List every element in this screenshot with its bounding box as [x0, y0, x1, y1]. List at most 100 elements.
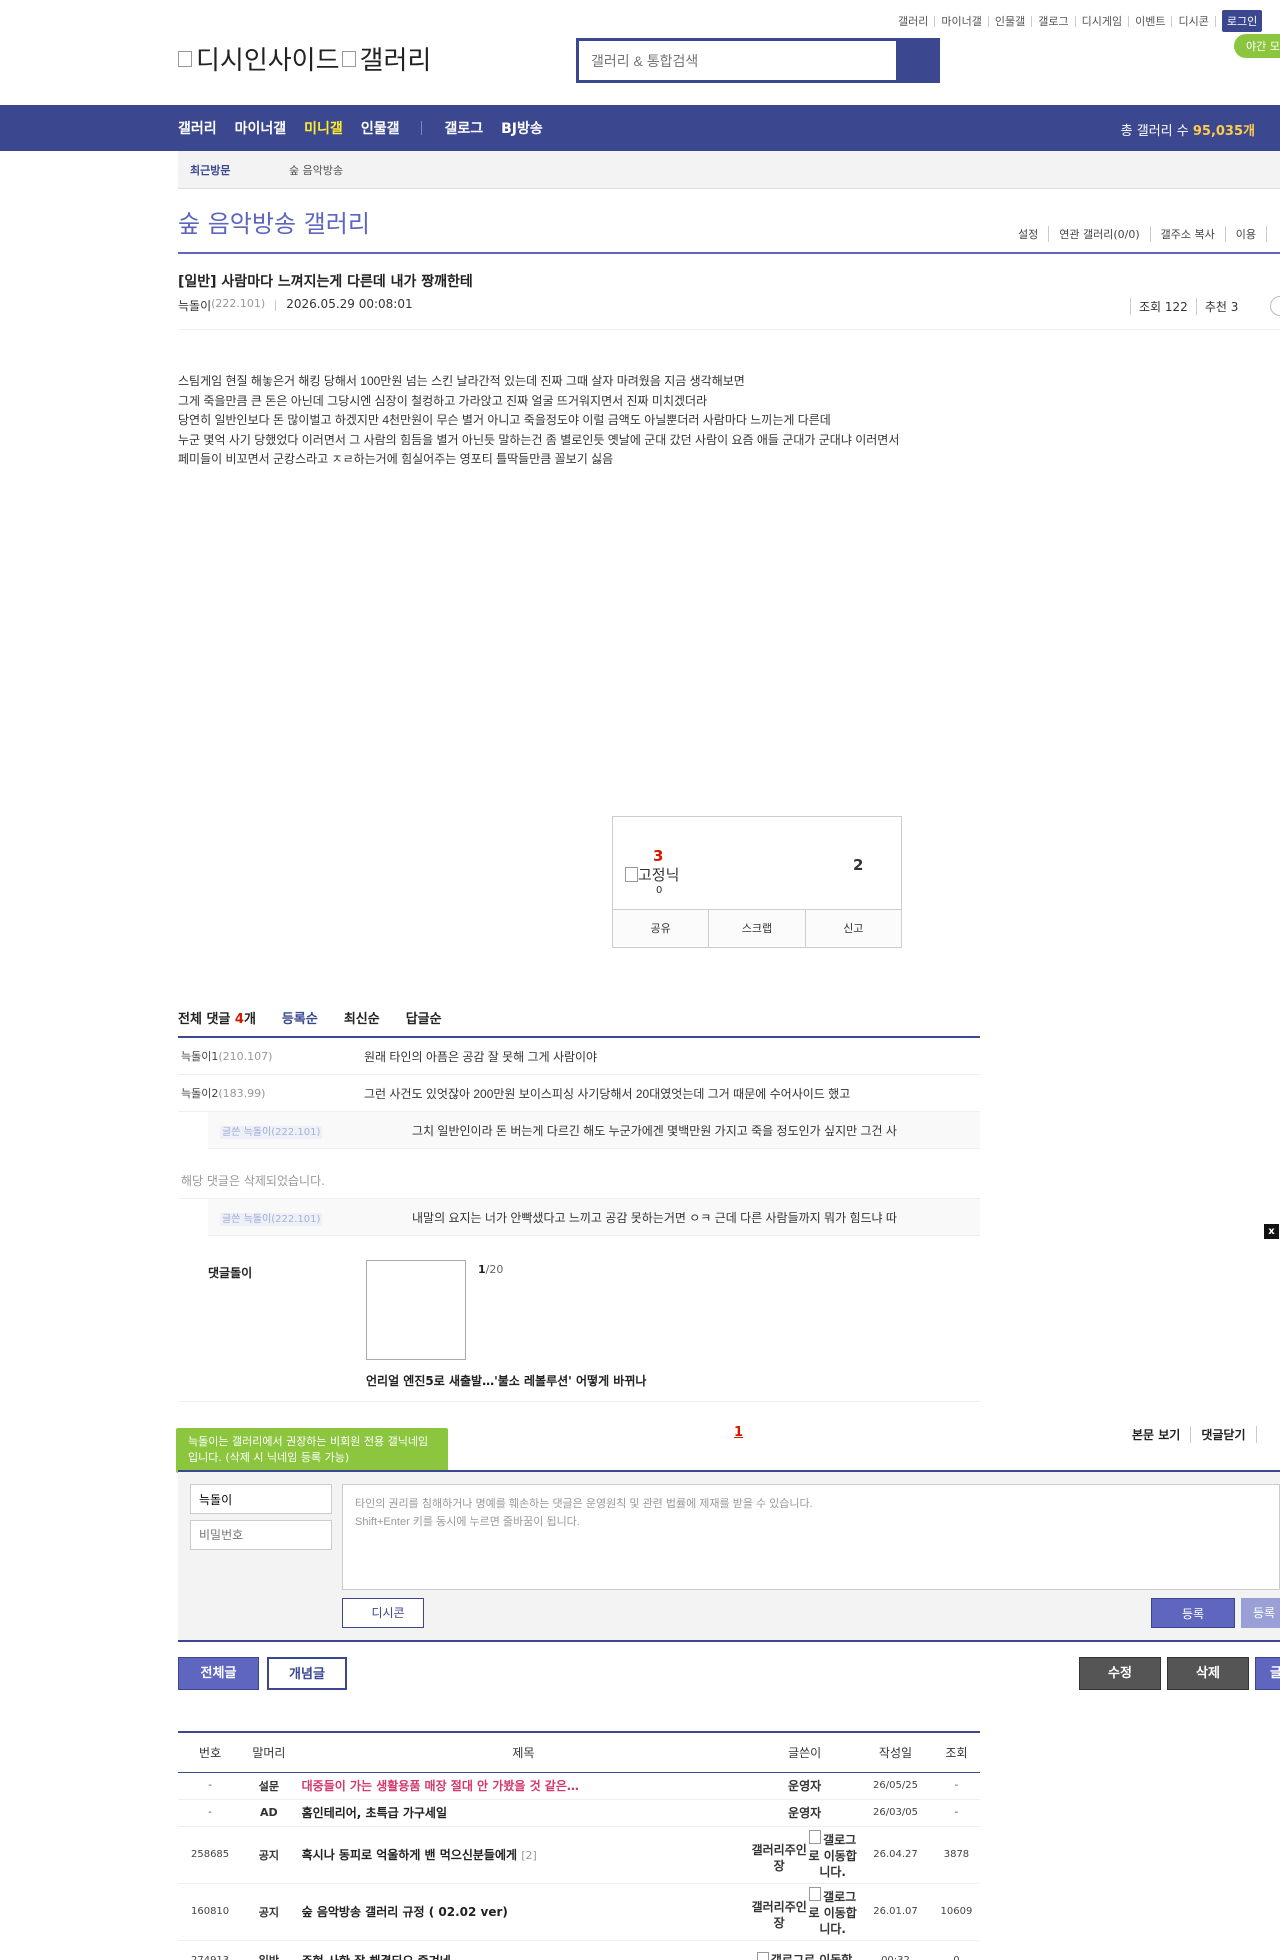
comment-nick[interactable]: 글쓴 늑돌이(222.101)	[208, 1210, 412, 1226]
table-row: 160810 공지 숲 음악방송 갤러리 규정 ( 02.02 ver) 갤러리…	[178, 1883, 980, 1941]
gallery-count: 총 갤러리 수 95,035개	[1121, 120, 1255, 139]
comment-textarea[interactable]: 타인의 권리를 침해하거나 명예를 훼손하는 댓글은 운영원칙 및 관련 법률에…	[342, 1484, 1280, 1590]
comment-reply-row: 글쓴 늑돌이(222.101) 내말의 요지는 너가 안빡샜다고 느끼고 공감 …	[208, 1199, 980, 1236]
scrap-button[interactable]: 스크랩	[709, 910, 806, 947]
comment-text: 원래 타인의 아픔은 공감 잘 못해 그게 사람이야	[364, 1049, 598, 1064]
fixed-nick-recommend[interactable]: 고정닉	[625, 864, 679, 885]
site-logo[interactable]: 디시인사이드 갤러리	[178, 40, 431, 77]
fixed-nick-label: 고정닉	[638, 866, 680, 884]
comment-reply-row: 글쓴 늑돌이(222.101) 그치 일반인이라 돈 버는게 다르긴 해도 누군…	[208, 1112, 980, 1149]
copy-address-link[interactable]: 갤주소 복사	[1151, 226, 1226, 242]
comment-nick[interactable]: 글쓴 늑돌이(222.101)	[208, 1123, 412, 1139]
main-nav: 갤러리 마이너갤 미니갤 인물갤 갤로그 BJ방송 총 갤러리 수 95,035…	[0, 105, 1280, 151]
recommend-down-count[interactable]: 2	[853, 856, 863, 874]
night-mode-toggle[interactable]: 야간 모	[1234, 34, 1280, 58]
recent-visit-gallery[interactable]: 숲 음악방송	[289, 162, 343, 178]
util-gallog-link[interactable]: 갤로그	[1032, 15, 1076, 27]
comment-nick[interactable]: 늑돌이2(183.99)	[178, 1085, 364, 1101]
submit-recommend-button[interactable]: 등록	[1241, 1598, 1280, 1628]
meta-divider	[275, 300, 277, 311]
recent-visit-label[interactable]: 최근방문	[178, 162, 289, 178]
usage-link[interactable]: 이용	[1226, 226, 1267, 242]
row-number: 274913	[178, 1940, 243, 1960]
row-writer[interactable]: 갤러리주인장 갤로그로 이동합니다.	[751, 1826, 859, 1884]
row-title[interactable]: 혹시나 동피로 억울하게 밴 먹으신분들에게 [2]	[295, 1826, 752, 1884]
comment-bot-image[interactable]	[366, 1260, 466, 1360]
nav-gallog[interactable]: 갤로그	[444, 118, 483, 138]
row-title[interactable]: 홈인테리어, 초특급 가구세일	[295, 1799, 752, 1827]
row-writer[interactable]: 갤로그로 이동합	[751, 1940, 859, 1960]
comment-bot-pager: 1/20	[478, 1263, 504, 1276]
related-gallery-link[interactable]: 연관 갤러리(0/0)	[1049, 226, 1151, 242]
util-gallery-link[interactable]: 갤러리	[892, 15, 936, 27]
nav-bj[interactable]: BJ방송	[501, 118, 543, 138]
comment-text: 그런 사건도 있엇잖아 200만원 보이스피싱 사기당해서 20대였엇는데 그거…	[364, 1086, 851, 1101]
nav-mini[interactable]: 미니갤	[304, 118, 343, 138]
dccon-button[interactable]: 디시콘	[342, 1598, 424, 1628]
comments-header: 전체 댓글 4개 등록순 최신순 답글순	[178, 1008, 980, 1038]
row-title[interactable]: 주현 사한 잘 해결되요 즐겨네	[295, 1940, 752, 1960]
nav-minor[interactable]: 마이너갤	[235, 118, 287, 138]
row-views: -	[932, 1799, 980, 1827]
comment-text: 그치 일반인이라 돈 버는게 다르긴 해도 누군가에겐 몇백만원 가지고 죽을 …	[412, 1123, 897, 1138]
comment-bot-label: 댓글돌이	[208, 1266, 253, 1280]
sort-latest[interactable]: 최신순	[344, 1008, 380, 1036]
post-body-line: 그게 죽을만큼 큰 돈은 아닌데 그당시엔 심장이 철컹하고 가라앉고 진짜 얼…	[178, 393, 708, 408]
util-game-link[interactable]: 디시게임	[1076, 15, 1130, 27]
close-icon[interactable]: x	[1264, 1224, 1279, 1239]
row-number: 258685	[178, 1826, 243, 1884]
password-field[interactable]	[190, 1520, 332, 1550]
comments-total-count: 4	[234, 1012, 244, 1027]
col-head: 말머리	[242, 1732, 296, 1773]
report-button[interactable]: 신고	[806, 910, 901, 947]
write-button[interactable]: 글	[1255, 1657, 1280, 1690]
search-button[interactable]	[896, 41, 937, 80]
util-person-link[interactable]: 인물갤	[989, 15, 1033, 27]
nav-gallery[interactable]: 갤러리	[178, 118, 217, 138]
all-posts-button[interactable]: 전체글	[178, 1657, 259, 1690]
comment-bot-caption[interactable]: 언리얼 엔진5로 새출발…'불소 레볼루션' 어떻게 바뀌나	[366, 1372, 646, 1389]
post-body-line: 페미들이 비꼬면서 군캉스라고 ㅈㄹ하는거에 힘실어주는 영포티 틀딱들만큼 꼴…	[178, 452, 614, 466]
more-options-icon[interactable]	[1270, 296, 1280, 316]
post-author-ip: (222.101)	[211, 297, 266, 310]
close-comments-link[interactable]: 댓글닫기	[1191, 1426, 1257, 1443]
share-button[interactable]: 공유	[613, 910, 710, 947]
post-author[interactable]: 늑돌이	[178, 297, 211, 314]
util-event-link[interactable]: 이벤트	[1129, 15, 1173, 27]
comment-row: 늑돌이1(210.107) 원래 타인의 아픔은 공감 잘 못해 그게 사람이야	[178, 1038, 980, 1075]
sort-registered[interactable]: 등록순	[282, 1008, 318, 1036]
concept-posts-button[interactable]: 개념글	[267, 1657, 347, 1690]
comment-write-box: 타인의 권리를 침해하거나 명예를 훼손하는 댓글은 운영원칙 및 관련 법률에…	[178, 1472, 1280, 1642]
post-date: 2026.05.29 00:08:01	[286, 297, 413, 311]
settings-link[interactable]: 설정	[1008, 226, 1050, 242]
gallery-options: 설정 연관 갤러리(0/0) 갤주소 복사 이용	[1008, 226, 1267, 242]
row-head: AD	[242, 1799, 296, 1827]
view-body-link[interactable]: 본문 보기	[1122, 1426, 1192, 1443]
row-writer[interactable]: 운영자	[751, 1772, 859, 1800]
comment-page-1[interactable]: 1	[734, 1425, 743, 1440]
row-title[interactable]: 숲 음악방송 갤러리 규정 ( 02.02 ver)	[295, 1883, 752, 1941]
row-title[interactable]: 대중들이 가는 생활용품 매장 절대 안 가봤을 것 같은…	[295, 1772, 752, 1800]
row-writer[interactable]: 갤러리주인장 갤로그로 이동합니다.	[751, 1883, 859, 1941]
post-header-divider	[178, 329, 1280, 330]
broken-image-icon	[178, 50, 192, 67]
comment-text: 내말의 요지는 너가 안빡샜다고 느끼고 공감 못하는거면 ㅇㅋ 근데 다른 사…	[412, 1210, 897, 1225]
logo-site-text: 디시인사이드	[196, 46, 340, 76]
delete-button[interactable]: 삭제	[1167, 1657, 1249, 1690]
submit-button[interactable]: 등록	[1151, 1598, 1235, 1628]
comment-nick[interactable]: 늑돌이1(210.107)	[178, 1048, 364, 1064]
post-title: [일반] 사람마다 느껴지는게 다른데 내가 짱깨한테	[178, 274, 473, 290]
row-date: 26/03/05	[858, 1799, 933, 1827]
post-body-line: 당연히 일반인보다 돈 많이벌고 하겠지만 4천만원이 무슨 별거 아니고 죽을…	[178, 413, 831, 427]
sort-replies[interactable]: 답글순	[406, 1008, 442, 1036]
util-dccon-link[interactable]: 디시콘	[1172, 15, 1216, 27]
edit-button[interactable]: 수정	[1079, 1657, 1161, 1690]
nav-person[interactable]: 인물갤	[361, 118, 400, 138]
row-number: -	[178, 1772, 243, 1800]
nickname-field[interactable]	[190, 1484, 332, 1514]
util-minor-link[interactable]: 마이너갤	[935, 15, 989, 27]
gallery-title[interactable]: 숲 음악방송 갤러리	[178, 204, 370, 239]
search-input[interactable]	[579, 41, 896, 80]
login-button[interactable]: 로그인	[1221, 10, 1263, 32]
row-writer[interactable]: 운영자	[751, 1799, 859, 1827]
